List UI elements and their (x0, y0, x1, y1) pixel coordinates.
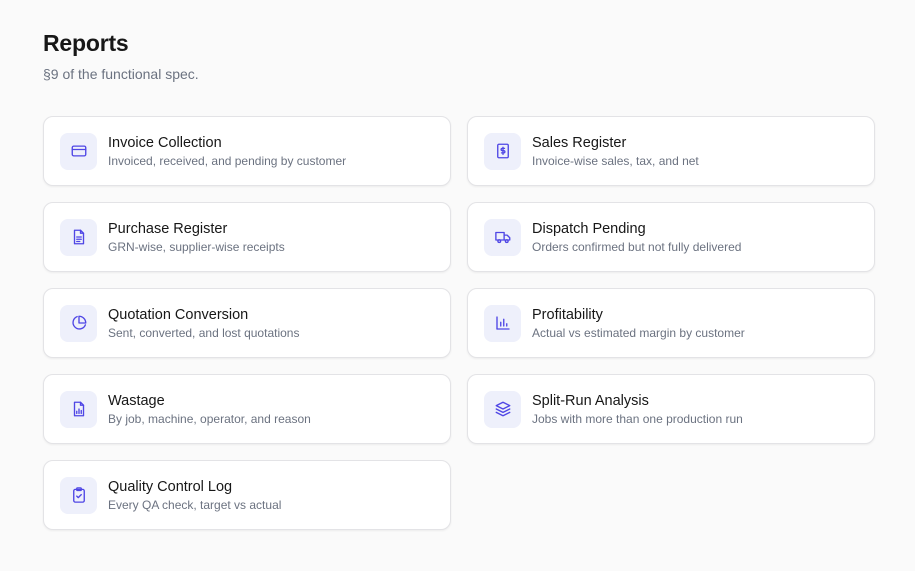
report-title: Profitability (532, 306, 603, 323)
report-card-wastage[interactable]: Wastage By job, machine, operator, and r… (43, 374, 451, 444)
report-description: Orders confirmed but not fully delivered (532, 239, 742, 254)
truck-icon (484, 218, 521, 256)
report-title: Quotation Conversion (108, 306, 249, 323)
report-card-quotation-conversion[interactable]: Quotation Conversion Sent, converted, an… (43, 288, 451, 358)
report-card-invoice-collection[interactable]: Invoice Collection Invoiced, received, a… (43, 116, 451, 186)
document-chart-icon (60, 390, 97, 428)
report-title: Split-Run Analysis (532, 392, 649, 409)
report-card-split-run-analysis[interactable]: Split-Run Analysis Jobs with more than o… (467, 374, 875, 444)
report-title: Wastage (108, 392, 165, 409)
report-title: Quality Control Log (108, 478, 233, 495)
report-title: Invoice Collection (108, 134, 222, 151)
report-description: By job, machine, operator, and reason (108, 411, 311, 426)
report-description: Invoice-wise sales, tax, and net (532, 153, 699, 168)
report-card-quality-control-log[interactable]: Quality Control Log Every QA check, targ… (43, 460, 451, 530)
bar-chart-icon (484, 304, 521, 342)
document-text-icon (60, 218, 97, 256)
reports-grid: Invoice Collection Invoiced, received, a… (43, 116, 875, 530)
report-title: Dispatch Pending (532, 220, 646, 237)
clipboard-check-icon (60, 476, 97, 514)
dollar-receipt-icon (484, 132, 521, 170)
report-description: Actual vs estimated margin by customer (532, 325, 745, 340)
report-description: GRN-wise, supplier-wise receipts (108, 239, 285, 254)
credit-card-icon (60, 132, 97, 170)
report-description: Every QA check, target vs actual (108, 497, 282, 512)
page-title: Reports (43, 30, 129, 56)
report-title: Sales Register (532, 134, 627, 151)
report-card-purchase-register[interactable]: Purchase Register GRN-wise, supplier-wis… (43, 202, 451, 272)
report-card-dispatch-pending[interactable]: Dispatch Pending Orders confirmed but no… (467, 202, 875, 272)
layers-icon (484, 390, 521, 428)
page-subtitle: §9 of the functional spec. (43, 66, 199, 82)
pie-chart-icon (60, 304, 97, 342)
report-title: Purchase Register (108, 220, 228, 237)
report-description: Sent, converted, and lost quotations (108, 325, 300, 340)
report-description: Invoiced, received, and pending by custo… (108, 153, 347, 168)
report-card-profitability[interactable]: Profitability Actual vs estimated margin… (467, 288, 875, 358)
report-description: Jobs with more than one production run (532, 411, 743, 426)
reports-page: Reports §9 of the functional spec. Invoi… (0, 0, 915, 571)
report-card-sales-register[interactable]: Sales Register Invoice-wise sales, tax, … (467, 116, 875, 186)
